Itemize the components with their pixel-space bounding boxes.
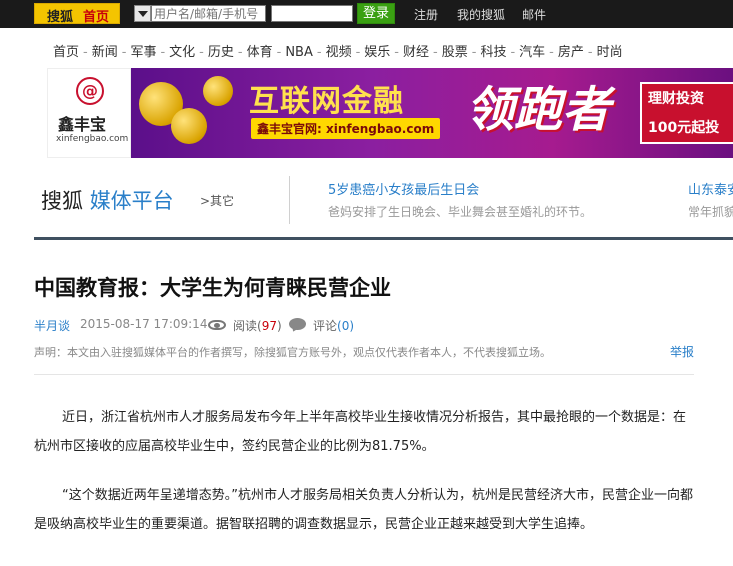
gold-coin-icon [171, 108, 207, 144]
nav-separator: - [549, 45, 554, 59]
headline-summary: 爸妈安排了生日晚会、毕业舞会甚至婚礼的环节。 [328, 205, 593, 219]
advertiser-domain: xinfengbao.com [56, 134, 129, 144]
nav-separator: - [237, 45, 243, 59]
nav-item[interactable]: 股票 [442, 45, 468, 59]
other-link[interactable]: >其它 [200, 192, 234, 209]
nav-item[interactable]: 首页 [53, 45, 79, 59]
divider [34, 374, 694, 375]
username-input[interactable] [151, 5, 266, 22]
nav-item[interactable]: NBA [285, 45, 313, 59]
chevron-down-icon [138, 11, 148, 17]
read-count: 阅读(97) [233, 317, 282, 334]
nav-item[interactable]: 历史 [208, 45, 234, 59]
nav-separator: - [83, 45, 88, 59]
nav-item[interactable]: 文化 [169, 45, 195, 59]
nav-separator: - [316, 45, 322, 59]
nav-item[interactable]: 娱乐 [364, 45, 390, 59]
brand-home: 首页 [83, 10, 110, 25]
divider [289, 176, 290, 224]
advertiser-name: 鑫丰宝 [58, 115, 107, 134]
ad-title: 互联网金融 [249, 84, 404, 119]
advertiser-logo[interactable]: @ 鑫丰宝 xinfengbao.com [47, 68, 131, 158]
publish-time: 2015-08-17 17:09:14 [80, 317, 208, 331]
disclaimer: 声明：本文由入驻搜狐媒体平台的作者撰写，除搜狐官方账号外，观点仅代表作者本人，不… [34, 346, 551, 359]
nav-item[interactable]: 财经 [403, 45, 429, 59]
headline-link[interactable]: 山东泰安 [688, 179, 733, 198]
nav-separator: - [199, 45, 204, 59]
media-logo-platform: 媒体平台 [89, 189, 174, 213]
nav-item[interactable]: 汽车 [519, 45, 545, 59]
eye-icon [208, 320, 226, 330]
article-paragraph: “这个数据近两年呈递增态势。”杭州市人才服务局相关负责人分析认为，杭州是民营经济… [34, 488, 693, 532]
eye-pupil [214, 323, 220, 328]
nav-item[interactable]: 新闻 [92, 45, 118, 59]
ad-cta-line2: 100元起投 [648, 120, 720, 136]
login-type-dropdown[interactable] [134, 5, 151, 22]
mail-link[interactable]: 邮件 [522, 6, 546, 23]
channel-nav: 首页 - 新闻 - 军事 - 文化 - 历史 - 体育 - NBA - 视频 - 娱乐 - 财经 - 股票 - 科技 - 汽车 -… [53, 41, 733, 59]
top-bar: 搜狐 首页 登录 注册 我的搜狐 邮件 [0, 0, 733, 28]
advertiser-logo-icon: @ [76, 77, 104, 105]
headline-summary: 常年抓貌 [688, 205, 733, 219]
sohu-home-logo[interactable]: 搜狐 首页 [34, 3, 120, 25]
nav-separator: - [276, 45, 282, 59]
nav-separator: - [510, 45, 516, 59]
login-button[interactable]: 登录 [357, 3, 395, 24]
nav-separator: - [587, 45, 593, 59]
nav-item[interactable]: 军事 [130, 45, 156, 59]
comment-icon [289, 318, 306, 334]
ad-cta-box: 理财投资 100元起投 [640, 82, 733, 144]
nav-item[interactable]: 科技 [480, 45, 506, 59]
password-input[interactable] [271, 5, 353, 22]
nav-separator: - [121, 45, 127, 59]
banner-ad[interactable]: 互联网金融 鑫丰宝官网: xinfengbao.com 领跑者 理财投资 100… [131, 68, 733, 158]
read-number: 97 [261, 319, 277, 333]
ad-site: 鑫丰宝官网: xinfengbao.com [251, 118, 441, 139]
my-sohu-link[interactable]: 我的搜狐 [457, 6, 505, 23]
media-platform-logo[interactable]: 搜狐 媒体平台 [41, 185, 174, 215]
nav-separator: - [160, 45, 166, 59]
comment-link[interactable]: 评论(0) [313, 317, 354, 334]
author-link[interactable]: 半月谈 [34, 317, 70, 334]
comment-icon-tail [290, 325, 299, 334]
read-label: 阅读 [233, 319, 258, 333]
headline-link[interactable]: 5岁患癌小女孩最后生日会 [328, 179, 479, 198]
nav-item[interactable]: 视频 [326, 45, 352, 59]
comment-label: 评论 [313, 319, 338, 333]
article-paragraph: 近日，浙江省杭州市人才服务局发布今年上半年高校毕业生接收情况分析报告，其中最抢眼… [34, 410, 687, 454]
article-title: 中国教育报：大学生为何青睐民营企业 [34, 276, 391, 300]
nav-separator: - [394, 45, 399, 59]
comment-number: (0) [337, 319, 355, 333]
nav-separator: - [433, 45, 438, 59]
read-close: ) [276, 319, 282, 333]
nav-separator: - [471, 45, 477, 59]
header-divider [34, 237, 733, 240]
ad-slogan: 领跑者 [466, 82, 611, 138]
nav-item[interactable]: 时尚 [597, 45, 623, 59]
gold-coin-icon [203, 76, 233, 106]
nav-separator: - [355, 45, 361, 59]
register-link[interactable]: 注册 [414, 6, 438, 23]
report-link[interactable]: 举报 [670, 343, 694, 360]
ad-cta-line1: 理财投资 [648, 91, 704, 107]
brand-sohu: 搜狐 [47, 10, 74, 25]
nav-item[interactable]: 体育 [247, 45, 273, 59]
nav-item[interactable]: 房产 [558, 45, 584, 59]
media-logo-sohu: 搜狐 [41, 189, 83, 213]
